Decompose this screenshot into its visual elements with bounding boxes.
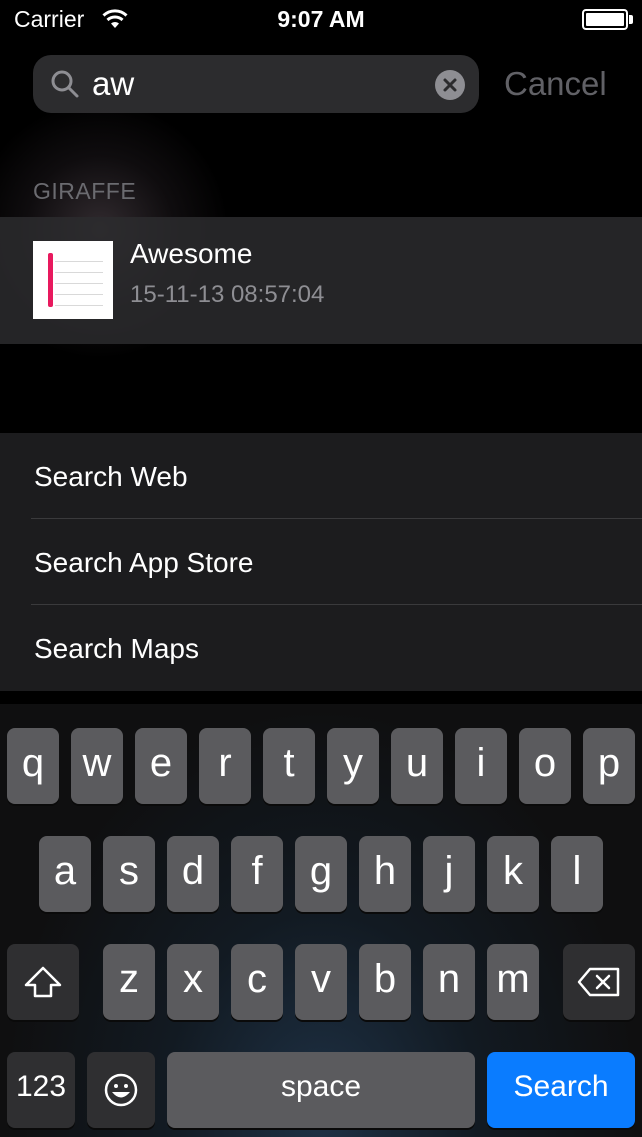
status-bar: Carrier 9:07 AM xyxy=(0,0,642,40)
key-u[interactable]: u xyxy=(391,728,443,804)
document-icon xyxy=(33,241,113,319)
search-app-store-item[interactable]: Search App Store xyxy=(34,547,253,579)
key-c[interactable]: c xyxy=(231,944,283,1020)
delete-key[interactable] xyxy=(563,944,635,1020)
key-p[interactable]: p xyxy=(583,728,635,804)
key-y[interactable]: y xyxy=(327,728,379,804)
key-z[interactable]: z xyxy=(103,944,155,1020)
key-t[interactable]: t xyxy=(263,728,315,804)
space-key[interactable]: space xyxy=(167,1052,475,1128)
emoji-icon xyxy=(104,1073,138,1107)
key-x[interactable]: x xyxy=(167,944,219,1020)
numbers-key[interactable]: 123 xyxy=(7,1052,75,1128)
search-input[interactable]: aw xyxy=(92,64,134,104)
search-icon xyxy=(51,70,79,98)
key-l[interactable]: l xyxy=(551,836,603,912)
cancel-button[interactable]: Cancel xyxy=(504,64,607,104)
clear-icon[interactable] xyxy=(435,70,465,100)
section-header: GIRAFFE xyxy=(33,178,137,204)
shift-key[interactable] xyxy=(7,944,79,1020)
key-e[interactable]: e xyxy=(135,728,187,804)
emoji-key[interactable] xyxy=(87,1052,155,1128)
divider xyxy=(31,518,642,519)
status-time: 9:07 AM xyxy=(277,6,365,32)
keyboard: q w e r t y u i o p a s d f g h j k l z … xyxy=(0,704,642,1137)
shift-icon xyxy=(24,966,62,998)
search-maps-item[interactable]: Search Maps xyxy=(34,633,199,665)
key-n[interactable]: n xyxy=(423,944,475,1020)
search-web-item[interactable]: Search Web xyxy=(34,461,188,493)
battery-icon xyxy=(582,9,628,30)
key-s[interactable]: s xyxy=(103,836,155,912)
result-timestamp: 15-11-13 08:57:04 xyxy=(130,281,325,308)
key-v[interactable]: v xyxy=(295,944,347,1020)
key-g[interactable]: g xyxy=(295,836,347,912)
key-o[interactable]: o xyxy=(519,728,571,804)
key-r[interactable]: r xyxy=(199,728,251,804)
key-h[interactable]: h xyxy=(359,836,411,912)
key-a[interactable]: a xyxy=(39,836,91,912)
search-key[interactable]: Search xyxy=(487,1052,635,1128)
search-suggestions: Search Web Search App Store Search Maps xyxy=(0,433,642,691)
key-f[interactable]: f xyxy=(231,836,283,912)
key-j[interactable]: j xyxy=(423,836,475,912)
key-b[interactable]: b xyxy=(359,944,411,1020)
battery-cap xyxy=(629,15,633,24)
key-d[interactable]: d xyxy=(167,836,219,912)
divider xyxy=(31,604,642,605)
delete-icon xyxy=(577,967,620,997)
key-w[interactable]: w xyxy=(71,728,123,804)
key-m[interactable]: m xyxy=(487,944,539,1020)
key-k[interactable]: k xyxy=(487,836,539,912)
key-q[interactable]: q xyxy=(7,728,59,804)
key-i[interactable]: i xyxy=(455,728,507,804)
result-title: Awesome xyxy=(130,238,253,269)
